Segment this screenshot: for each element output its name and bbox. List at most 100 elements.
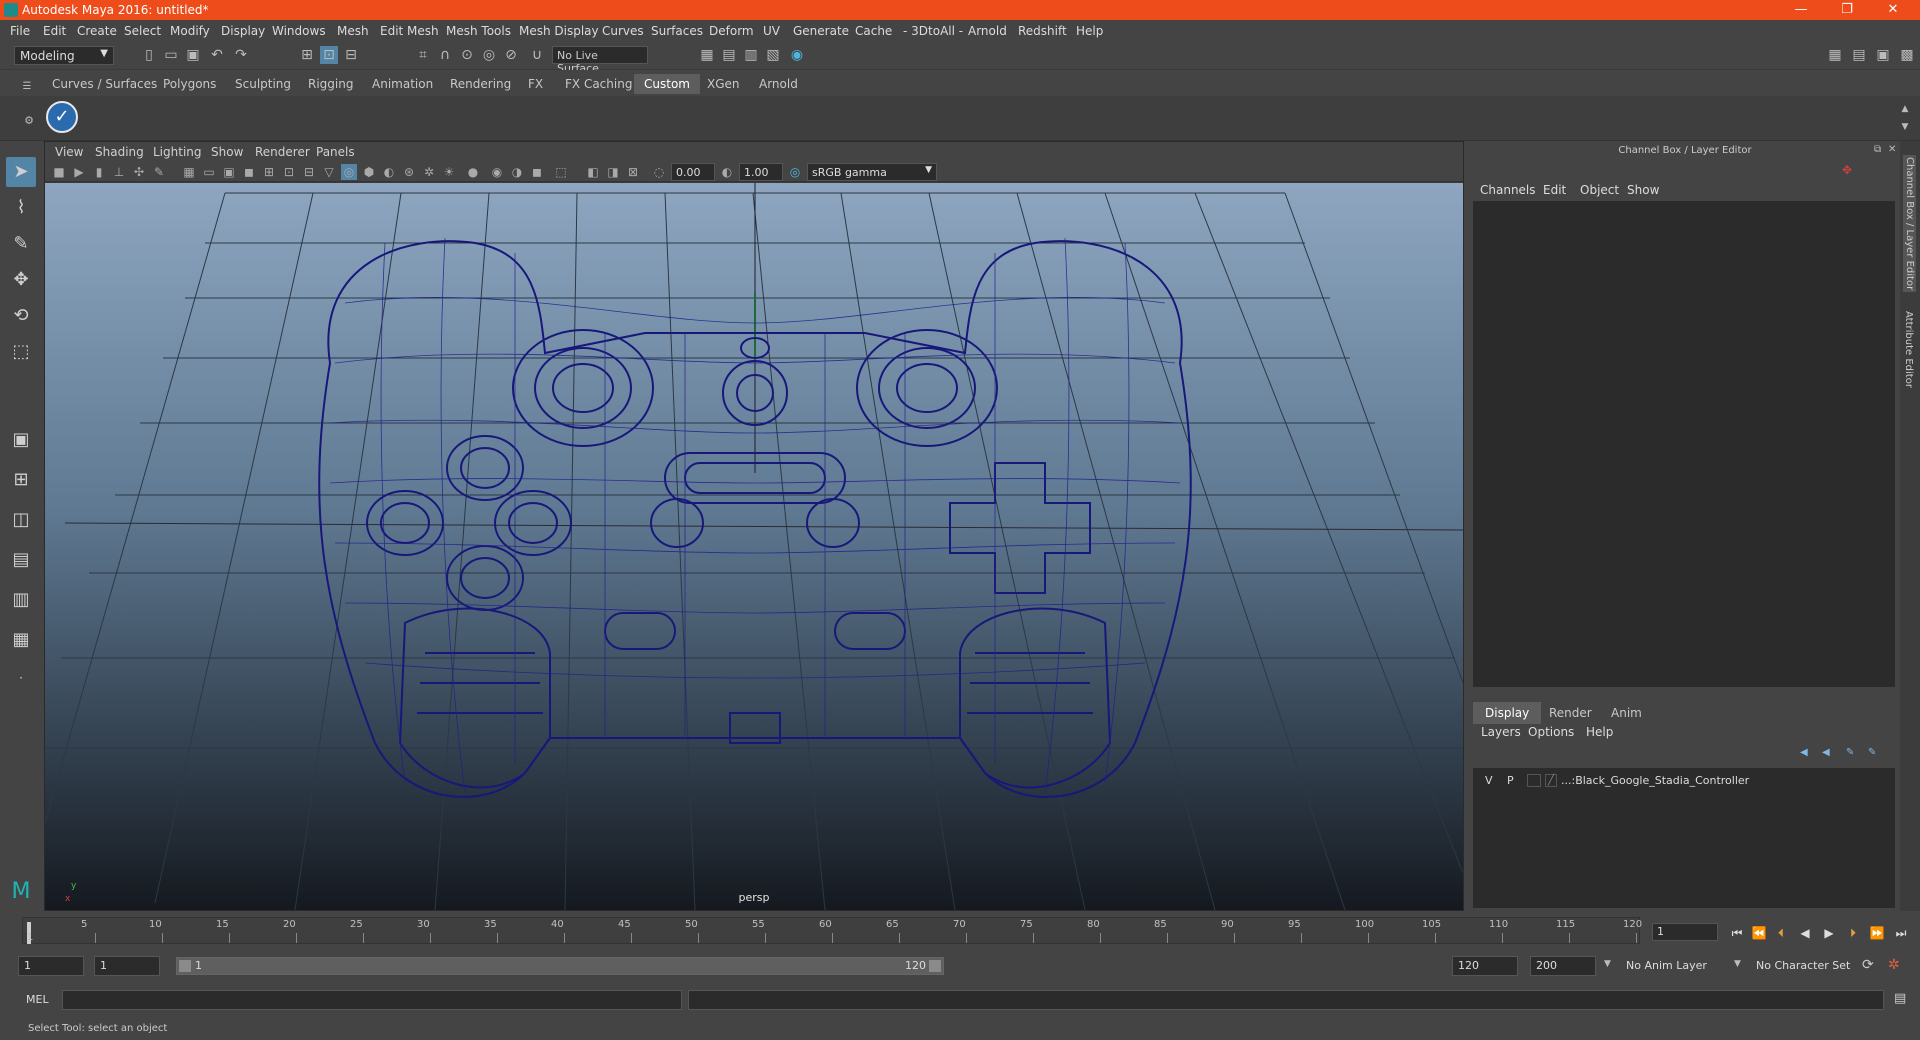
persp-graph-icon[interactable]: ▤: [6, 545, 36, 575]
shelf-settings-icon[interactable]: ⚙: [20, 112, 38, 130]
vp-menu-lighting[interactable]: Lighting: [153, 145, 202, 159]
menu-uv[interactable]: UV: [763, 24, 780, 38]
range-bar[interactable]: 1 120: [176, 957, 944, 975]
manipulator-icon[interactable]: ✥: [1842, 163, 1852, 177]
persp-outliner-icon[interactable]: ▥: [6, 585, 36, 615]
scale-tool-icon[interactable]: ⬚: [6, 337, 36, 367]
motion-blur-icon[interactable]: ◑: [509, 164, 525, 180]
xray-joints-icon[interactable]: ◧: [585, 164, 601, 180]
menu-3dtoall[interactable]: - 3DtoAll -: [903, 24, 963, 38]
shadows-icon[interactable]: ☀: [441, 164, 457, 180]
script-language-toggle[interactable]: MEL: [26, 993, 49, 1006]
move-layer-up-icon[interactable]: ◀: [1800, 747, 1808, 758]
tab-curves-surfaces[interactable]: Curves / Surfaces: [42, 74, 167, 94]
step-forward-key-icon[interactable]: ⏩: [1868, 924, 1886, 942]
lasso-tool-icon[interactable]: ⌇: [6, 193, 36, 223]
resolution-gate-icon[interactable]: ▣: [221, 164, 237, 180]
hud-icon[interactable]: ⊠: [625, 164, 641, 180]
play-forwards-icon[interactable]: ▶: [1820, 924, 1838, 942]
xray-icon[interactable]: ◉: [489, 164, 505, 180]
menu-cache[interactable]: Cache: [855, 24, 892, 38]
new-layer-selected-icon[interactable]: ✎: [1868, 747, 1876, 758]
toggle-panel-icon[interactable]: ▣: [1874, 46, 1892, 64]
mode-dropdown[interactable]: Modeling ▼: [14, 46, 114, 65]
smooth-shade-icon[interactable]: ⬢: [361, 164, 377, 180]
menu-mesh-display[interactable]: Mesh Display: [519, 24, 599, 38]
camera-icon[interactable]: ■: [51, 164, 67, 180]
tab-polygons[interactable]: Polygons: [153, 74, 226, 94]
chevron-down-icon[interactable]: ▼: [1734, 959, 1741, 969]
minimize-button[interactable]: —: [1778, 0, 1824, 20]
snap-curve-icon[interactable]: ∩: [436, 46, 454, 64]
checkmark-icon[interactable]: ✓: [46, 101, 78, 133]
viewport-3d-scene[interactable]: x y persp: [45, 183, 1463, 910]
menu-mesh-tools[interactable]: Mesh Tools: [446, 24, 511, 38]
field-chart-icon[interactable]: ⊞: [261, 164, 277, 180]
vp-menu-shading[interactable]: Shading: [95, 145, 144, 159]
anim-layer-dropdown[interactable]: No Anim Layer: [1626, 959, 1707, 972]
tool-settings-icon[interactable]: ▩: [1898, 46, 1916, 64]
float-panel-icon[interactable]: ⧉: [1874, 144, 1881, 155]
cb-menu-edit[interactable]: Edit: [1543, 183, 1566, 197]
anim-end-field[interactable]: 200: [1530, 956, 1596, 976]
textured-icon[interactable]: ⊛: [401, 164, 417, 180]
ipr-render-icon[interactable]: ▥: [742, 46, 760, 64]
render-view-icon[interactable]: ▦: [698, 46, 716, 64]
script-editor-icon[interactable]: ▤: [1894, 991, 1906, 1006]
tab-arnold[interactable]: Arnold: [749, 74, 808, 94]
color-management-icon[interactable]: ◎: [787, 164, 803, 180]
layer-display-type[interactable]: [1527, 774, 1541, 787]
animation-prefs-icon[interactable]: ✲: [1888, 957, 1900, 973]
bookmark-icon[interactable]: ▮: [91, 164, 107, 180]
safe-title-icon[interactable]: ⊟: [301, 164, 317, 180]
tab-custom[interactable]: Custom: [634, 74, 700, 94]
menu-select[interactable]: Select: [124, 24, 161, 38]
current-frame-field[interactable]: 1: [1652, 923, 1718, 941]
select-hierarchy-icon[interactable]: ⊞: [298, 46, 316, 64]
command-input[interactable]: [62, 990, 682, 1010]
tab-anim-layers[interactable]: Anim: [1599, 702, 1654, 724]
move-tool-icon[interactable]: ✥: [6, 265, 36, 295]
go-to-end-icon[interactable]: ⏭: [1892, 924, 1910, 942]
vp-menu-show[interactable]: Show: [211, 145, 243, 159]
playback-end-field[interactable]: 120: [1452, 956, 1518, 976]
menu-windows[interactable]: Windows: [272, 24, 326, 38]
open-scene-icon[interactable]: ▭: [162, 46, 180, 64]
layer-visibility-toggle[interactable]: V: [1485, 774, 1493, 787]
menu-edit[interactable]: Edit: [43, 24, 66, 38]
close-panel-icon[interactable]: ✕: [1888, 144, 1896, 155]
render-settings-icon[interactable]: ▧: [764, 46, 782, 64]
layer-color-swatch[interactable]: ╱: [1545, 774, 1557, 787]
rotate-tool-icon[interactable]: ⟲: [6, 301, 36, 331]
grease-pencil-icon[interactable]: ✎: [151, 164, 167, 180]
vp-menu-renderer[interactable]: Renderer: [255, 145, 310, 159]
color-space-dropdown[interactable]: sRGB gamma ▼: [807, 163, 937, 181]
snap-point-icon[interactable]: ⊙: [458, 46, 476, 64]
live-surface-field[interactable]: No Live Surface: [552, 46, 648, 75]
use-lights-icon[interactable]: ✲: [421, 164, 437, 180]
new-layer-icon[interactable]: ✎: [1846, 747, 1854, 758]
range-end-handle[interactable]: [929, 960, 941, 972]
character-set-dropdown[interactable]: No Character Set: [1756, 959, 1850, 972]
le-menu-layers[interactable]: Layers: [1481, 725, 1521, 739]
tab-xgen[interactable]: XGen: [697, 74, 750, 94]
exposure-icon[interactable]: ◌: [651, 164, 667, 180]
film-gate-icon[interactable]: ▭: [201, 164, 217, 180]
tab-display-layers[interactable]: Display: [1473, 702, 1542, 724]
chevron-down-icon[interactable]: ▼: [1604, 959, 1611, 969]
tab-fx[interactable]: FX: [518, 74, 553, 94]
menu-curves[interactable]: Curves: [602, 24, 644, 38]
tab-rendering[interactable]: Rendering: [440, 74, 521, 94]
menu-create[interactable]: Create: [77, 24, 117, 38]
menu-deform[interactable]: Deform: [709, 24, 754, 38]
menu-generate[interactable]: Generate: [793, 24, 849, 38]
tab-rigging[interactable]: Rigging: [298, 74, 363, 94]
gate-mask-icon[interactable]: ◼: [241, 164, 257, 180]
magnet-icon[interactable]: ∪: [528, 46, 546, 64]
workspace-icon[interactable]: ▦: [1826, 46, 1844, 64]
menu-surfaces[interactable]: Surfaces: [651, 24, 703, 38]
hypershade-icon[interactable]: ◉: [788, 46, 806, 64]
single-view-icon[interactable]: ▣: [6, 425, 36, 455]
go-to-start-icon[interactable]: ⏮: [1728, 924, 1746, 942]
2d-pan-icon[interactable]: ✣: [131, 164, 147, 180]
